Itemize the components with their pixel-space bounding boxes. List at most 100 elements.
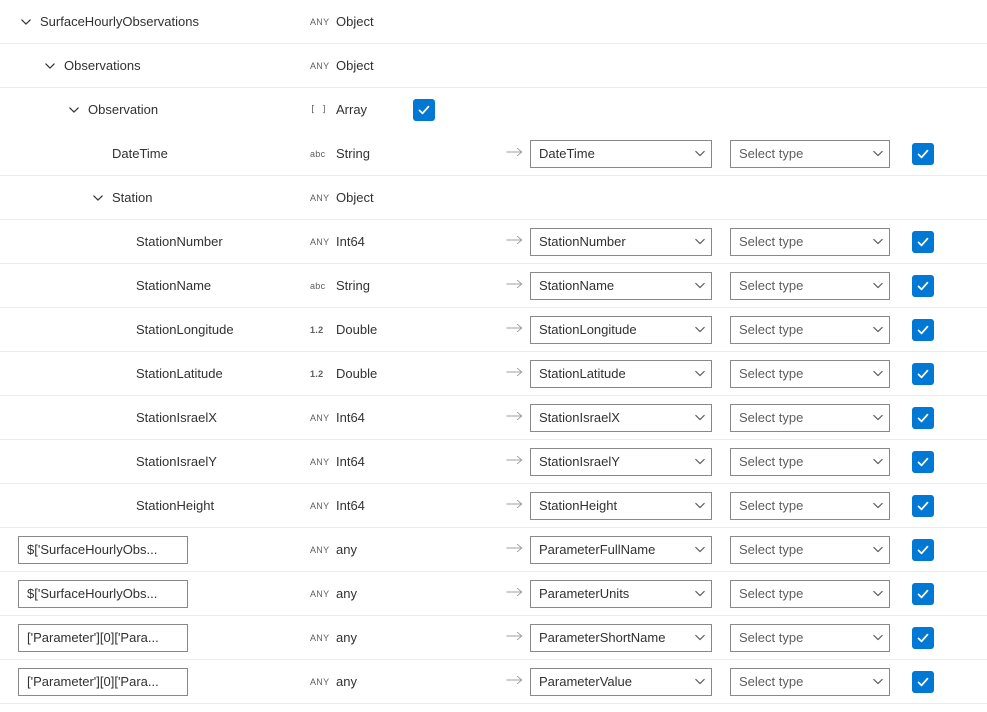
check-cell bbox=[912, 451, 936, 473]
type-badge: 1.2 bbox=[310, 369, 330, 379]
map-column-cell: DateTime bbox=[530, 140, 712, 168]
map-column-select[interactable]: ParameterValue bbox=[530, 668, 712, 696]
include-check-button[interactable] bbox=[912, 319, 934, 341]
map-column-cell: StationNumber bbox=[530, 228, 712, 256]
include-check-button[interactable] bbox=[413, 99, 435, 121]
map-type-select[interactable]: Select type bbox=[730, 448, 890, 476]
map-type-select[interactable]: Select type bbox=[730, 140, 890, 168]
map-type-select[interactable]: Select type bbox=[730, 536, 890, 564]
name-cell: SurfaceHourlyObservations bbox=[0, 14, 310, 30]
check-cell bbox=[912, 319, 936, 341]
include-check-button[interactable] bbox=[912, 671, 934, 693]
schema-path-row: $['SurfaceHourlyObs... ANYany ParameterFul… bbox=[0, 528, 987, 572]
type-badge: 1.2 bbox=[310, 325, 330, 335]
chevron-down-icon bbox=[695, 234, 705, 249]
chevron-down-icon bbox=[873, 278, 883, 293]
schema-tree-row: DateTimeabcStringDateTimeSelect type bbox=[0, 132, 987, 176]
map-type-select[interactable]: Select type bbox=[730, 492, 890, 520]
map-column-select[interactable]: StationHeight bbox=[530, 492, 712, 520]
type-cell: ANYInt64 bbox=[310, 410, 500, 425]
type-cell: ANYObject bbox=[310, 58, 500, 73]
type-badge: ANY bbox=[310, 633, 330, 643]
chevron-down-icon bbox=[695, 278, 705, 293]
map-column-select[interactable]: StationLongitude bbox=[530, 316, 712, 344]
map-column-select[interactable]: StationIsraelX bbox=[530, 404, 712, 432]
map-column-select[interactable]: ParameterShortName bbox=[530, 624, 712, 652]
type-cell: ANYany bbox=[310, 542, 500, 557]
chevron-down-icon[interactable] bbox=[90, 190, 106, 206]
type-badge: abc bbox=[310, 281, 330, 291]
field-name-label: Observations bbox=[64, 58, 141, 73]
check-cell bbox=[912, 363, 936, 385]
type-badge: ANY bbox=[310, 237, 330, 247]
chevron-down-icon bbox=[695, 674, 705, 689]
type-name-label: String bbox=[336, 146, 370, 161]
include-check-button[interactable] bbox=[912, 363, 934, 385]
map-column-value: StationLatitude bbox=[539, 366, 626, 381]
map-column-select[interactable]: DateTime bbox=[530, 140, 712, 168]
map-type-select[interactable]: Select type bbox=[730, 360, 890, 388]
chevron-down-icon bbox=[873, 366, 883, 381]
include-check-button[interactable] bbox=[912, 539, 934, 561]
map-type-select[interactable]: Select type bbox=[730, 580, 890, 608]
include-check-button[interactable] bbox=[912, 275, 934, 297]
map-type-select[interactable]: Select type bbox=[730, 228, 890, 256]
type-name-label: Array bbox=[336, 102, 367, 117]
map-column-select[interactable]: StationLatitude bbox=[530, 360, 712, 388]
arrow-cell bbox=[500, 278, 530, 293]
chevron-down-icon[interactable] bbox=[18, 14, 34, 30]
map-column-cell: ParameterShortName bbox=[530, 624, 712, 652]
chevron-down-icon bbox=[873, 454, 883, 469]
map-column-select[interactable]: StationNumber bbox=[530, 228, 712, 256]
arrow-right-icon bbox=[506, 278, 524, 293]
map-type-select[interactable]: Select type bbox=[730, 404, 890, 432]
map-type-placeholder: Select type bbox=[739, 630, 803, 645]
path-expression-input[interactable]: $['SurfaceHourlyObs... bbox=[18, 536, 188, 564]
map-type-select[interactable]: Select type bbox=[730, 668, 890, 696]
map-column-value: ParameterValue bbox=[539, 674, 632, 689]
type-cell: ANYObject bbox=[310, 190, 500, 205]
path-expression-text: $['SurfaceHourlyObs... bbox=[27, 542, 157, 557]
path-expression-input[interactable]: ['Parameter'][0]['Para... bbox=[18, 668, 188, 696]
check-cell bbox=[912, 407, 936, 429]
path-expression-input[interactable]: $['SurfaceHourlyObs... bbox=[18, 580, 188, 608]
map-column-cell: StationLongitude bbox=[530, 316, 712, 344]
map-column-value: StationHeight bbox=[539, 498, 617, 513]
path-expression-input[interactable]: ['Parameter'][0]['Para... bbox=[18, 624, 188, 652]
chevron-down-icon[interactable] bbox=[42, 58, 58, 74]
map-column-select[interactable]: StationIsraelY bbox=[530, 448, 712, 476]
type-badge: ANY bbox=[310, 457, 330, 467]
map-column-select[interactable]: StationName bbox=[530, 272, 712, 300]
include-check-button[interactable] bbox=[912, 451, 934, 473]
field-name-label: StationIsraelX bbox=[136, 410, 217, 425]
include-check-button[interactable] bbox=[912, 583, 934, 605]
check-cell bbox=[912, 583, 936, 605]
type-cell: ANYInt64 bbox=[310, 498, 500, 513]
type-cell: 1.2Double bbox=[310, 322, 500, 337]
map-type-cell: Select type bbox=[730, 316, 890, 344]
map-column-select[interactable]: ParameterUnits bbox=[530, 580, 712, 608]
include-check-button[interactable] bbox=[912, 495, 934, 517]
check-cell bbox=[912, 539, 936, 561]
schema-tree-row: StationNumberANYInt64StationNumberSelect… bbox=[0, 220, 987, 264]
type-cell: ANYInt64 bbox=[310, 454, 500, 469]
map-column-cell: ParameterFullName bbox=[530, 536, 712, 564]
include-check-button[interactable] bbox=[912, 231, 934, 253]
name-cell: StationNumber bbox=[0, 234, 310, 249]
map-type-cell: Select type bbox=[730, 360, 890, 388]
chevron-down-icon[interactable] bbox=[66, 102, 82, 118]
arrow-right-icon bbox=[506, 366, 524, 381]
type-badge: ANY bbox=[310, 589, 330, 599]
map-type-select[interactable]: Select type bbox=[730, 272, 890, 300]
map-column-select[interactable]: ParameterFullName bbox=[530, 536, 712, 564]
include-check-button[interactable] bbox=[912, 627, 934, 649]
map-type-select[interactable]: Select type bbox=[730, 316, 890, 344]
map-type-select[interactable]: Select type bbox=[730, 624, 890, 652]
include-check-button[interactable] bbox=[912, 407, 934, 429]
include-check-button[interactable] bbox=[912, 143, 934, 165]
type-cell: [ ]Array bbox=[310, 99, 500, 121]
map-type-placeholder: Select type bbox=[739, 586, 803, 601]
path-expression-text: $['SurfaceHourlyObs... bbox=[27, 586, 157, 601]
map-column-cell: ParameterValue bbox=[530, 668, 712, 696]
map-type-cell: Select type bbox=[730, 272, 890, 300]
